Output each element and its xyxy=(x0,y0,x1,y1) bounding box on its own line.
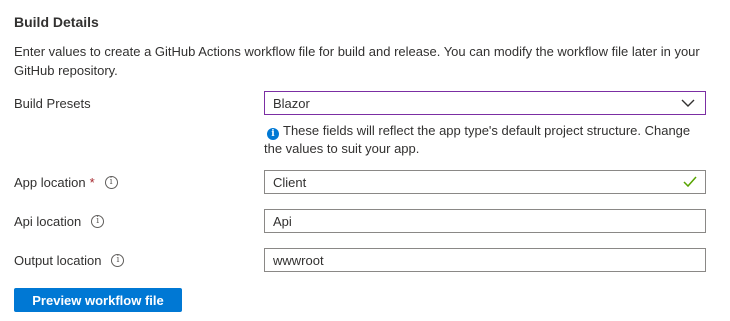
output-location-value: wwwroot xyxy=(273,252,324,268)
build-presets-hint: i These fields will reflect the app type'… xyxy=(264,122,704,158)
app-location-label: App location * i xyxy=(14,171,118,193)
output-location-label: Output location i xyxy=(14,249,125,271)
app-location-label-text: App location xyxy=(14,174,86,190)
api-location-label-text: Api location xyxy=(14,213,82,229)
build-presets-dropdown[interactable]: Blazor xyxy=(264,91,706,115)
api-location-input[interactable]: Api xyxy=(264,209,706,233)
build-presets-label-text: Build Presets xyxy=(14,95,91,111)
checkmark-icon xyxy=(683,176,697,188)
output-location-input[interactable]: wwwroot xyxy=(264,248,706,272)
output-location-label-text: Output location xyxy=(14,252,102,268)
build-presets-hint-text: These fields will reflect the app type's… xyxy=(264,123,691,156)
section-description: Enter values to create a GitHub Actions … xyxy=(14,44,700,78)
api-location-value: Api xyxy=(273,213,292,229)
info-icon[interactable]: i xyxy=(111,253,125,267)
chevron-down-icon xyxy=(681,99,695,107)
app-location-value: Client xyxy=(273,174,307,190)
info-filled-icon: i xyxy=(267,128,279,140)
build-presets-value: Blazor xyxy=(273,95,310,111)
api-location-label: Api location i xyxy=(14,210,105,232)
info-icon[interactable]: i xyxy=(104,175,118,189)
info-icon[interactable]: i xyxy=(91,214,105,228)
build-details-panel: Build Details Enter values to create a G… xyxy=(0,0,730,321)
section-title: Build Details xyxy=(14,14,99,30)
preview-workflow-button[interactable]: Preview workflow file xyxy=(14,288,182,312)
build-presets-label: Build Presets xyxy=(14,92,91,114)
required-marker: * xyxy=(89,174,95,190)
app-location-input[interactable]: Client xyxy=(264,170,706,194)
